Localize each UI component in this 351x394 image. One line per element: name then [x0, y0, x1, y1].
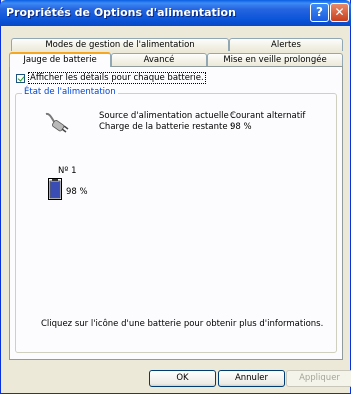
power-info-values: Courant alternatif 98 %	[230, 111, 305, 133]
power-status-title: État de l'alimentation	[22, 87, 118, 97]
source-label: Source d'alimentation actuelle :	[99, 111, 235, 121]
tab-row-front: Jauge de batterie Avancé Mise en veille …	[9, 52, 343, 67]
show-details-checkbox-row[interactable]: Afficher les détails pour chaque batteri…	[16, 72, 206, 84]
tab-alarms[interactable]: Alertes	[229, 38, 343, 51]
title-bar[interactable]: Propriétés de Options d'alimentation ? ✕	[0, 0, 351, 26]
ok-button[interactable]: OK	[149, 370, 216, 387]
show-details-checkbox[interactable]	[16, 73, 25, 83]
tab-advanced[interactable]: Avancé	[111, 53, 207, 66]
source-value: Courant alternatif	[230, 111, 306, 121]
battery-fill-icon	[49, 179, 61, 199]
show-details-label[interactable]: Afficher les détails pour chaque batteri…	[28, 72, 206, 84]
tab-power-schemes[interactable]: Modes de gestion de l'alimentation	[11, 38, 229, 51]
tab-panel: Afficher les détails pour chaque batteri…	[9, 66, 343, 360]
battery-percent: 98 %	[66, 187, 88, 197]
power-status-group: État de l'alimentation Source d'alimenta…	[15, 87, 337, 353]
dialog-window: Propriétés de Options d'alimentation ? ✕…	[0, 0, 351, 394]
charge-label: Charge de la batterie restante :	[99, 122, 234, 132]
battery-help-text: Cliquez sur l'icône d'une batterie pour …	[41, 319, 324, 329]
help-button[interactable]: ?	[310, 3, 329, 22]
power-info-labels: Source d'alimentation actuelle : Charge …	[99, 111, 234, 133]
charge-value: 98 %	[230, 122, 252, 132]
window-title: Propriétés de Options d'alimentation	[6, 6, 236, 19]
tab-row-back: Modes de gestion de l'alimentation Alert…	[11, 38, 343, 51]
apply-button[interactable]: Appliquer	[286, 370, 351, 387]
tab-hibernate[interactable]: Mise en veille prolongée	[207, 53, 343, 66]
cancel-button[interactable]: Annuler	[218, 370, 285, 387]
power-plug-icon	[45, 112, 69, 133]
close-button[interactable]: ✕	[330, 3, 349, 22]
battery-number: Nº 1	[58, 166, 77, 176]
battery-icon[interactable]	[48, 178, 62, 200]
tab-power-meter[interactable]: Jauge de batterie	[9, 52, 111, 67]
